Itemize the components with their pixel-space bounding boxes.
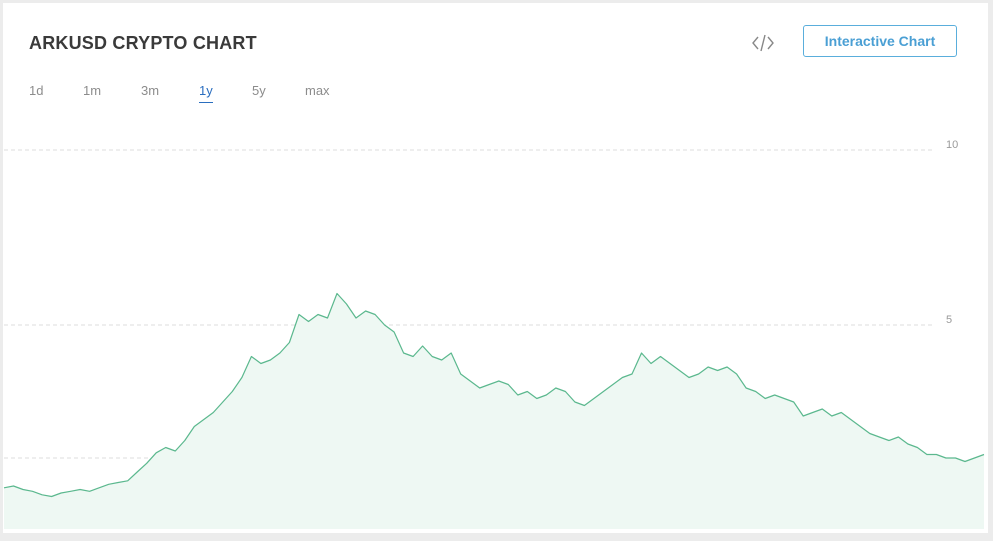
- y-tick-label: 10: [946, 139, 958, 151]
- price-chart: 105JulSepNovJanMarMay: [3, 139, 985, 529]
- y-tick-label: 5: [946, 314, 952, 326]
- price-area: [4, 293, 984, 529]
